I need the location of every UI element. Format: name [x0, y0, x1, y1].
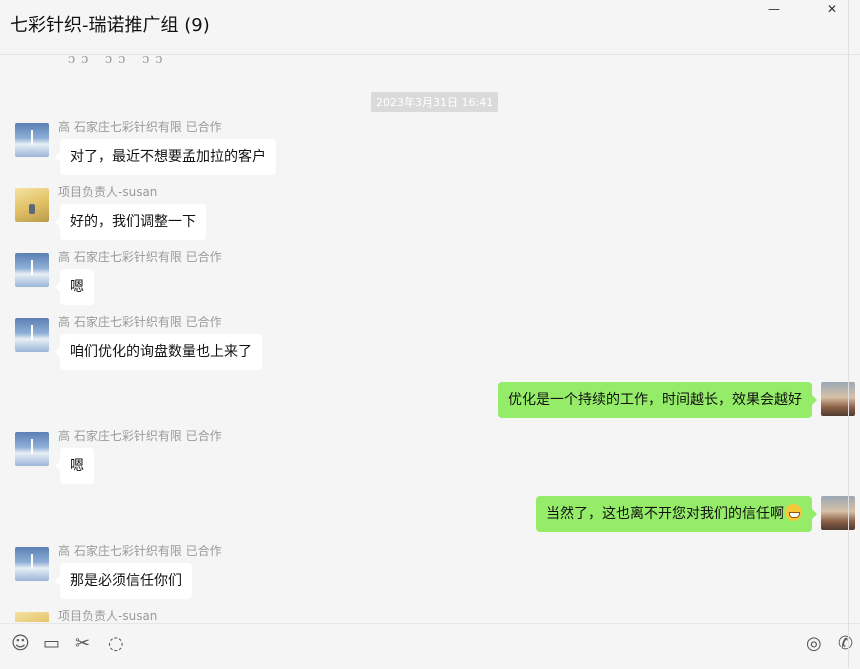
message-timestamp: 2023年3月31日 16:41 [371, 92, 499, 112]
wheat-field-avatar[interactable] [15, 188, 49, 222]
input-toolbar: ☺ ▭ ✂ ◌ ◎ ✆ [0, 623, 860, 669]
message-list[interactable]: ᦱᦱ ᦱᦱ ᦱᦱ 2023年3月31日 16:41 高 石家庄七彩针织有限 已合… [0, 55, 860, 622]
landscape-avatar[interactable] [15, 318, 49, 352]
emoji-icon[interactable]: ☺ [11, 634, 30, 654]
sunset-avatar[interactable] [821, 382, 855, 416]
landscape-avatar[interactable] [15, 253, 49, 287]
message-bubble-outgoing[interactable]: 优化是一个持续的工作，时间越长，效果会越好 [498, 382, 817, 418]
message-bubble[interactable]: 对了，最近不想要孟加拉的客户 [55, 139, 276, 175]
landscape-avatar[interactable] [15, 547, 49, 581]
sender-name: 高 石家庄七彩针织有限 已合作 [58, 120, 222, 134]
sender-name: 高 石家庄七彩针织有限 已合作 [58, 544, 222, 558]
message-bubble[interactable]: 那是必须信任你们 [55, 563, 192, 599]
sender-name: 项目负责人-susan [58, 185, 158, 199]
sunset-avatar[interactable] [821, 496, 855, 530]
message-bubble[interactable]: 嗯 [55, 269, 94, 305]
sender-name: 高 石家庄七彩针织有限 已合作 [58, 429, 222, 443]
grin-emoji [785, 504, 802, 521]
partial-emoji-row: ᦱᦱ ᦱᦱ ᦱᦱ [68, 55, 169, 67]
wheat-field-avatar[interactable] [15, 612, 49, 622]
close-button[interactable]: ✕ [827, 2, 837, 16]
message-bubble[interactable]: 嗯 [55, 448, 94, 484]
chat-title: 七彩针织-瑞诺推广组 (9) [10, 15, 210, 36]
message-text: 当然了，这也离不开您对我们的信任啊 [546, 506, 784, 522]
sender-name: 项目负责人-susan [58, 609, 158, 622]
live-icon[interactable]: ◎ [806, 634, 822, 654]
landscape-avatar[interactable] [15, 432, 49, 466]
message-bubble[interactable]: 咱们优化的询盘数量也上来了 [55, 334, 262, 370]
window-edge [848, 0, 849, 668]
chat-history-icon[interactable]: ◌ [108, 634, 124, 654]
chat-header: 七彩针织-瑞诺推广组 (9) — ✕ [0, 0, 860, 55]
message-bubble-outgoing[interactable]: 当然了，这也离不开您对我们的信任啊 [536, 496, 817, 532]
sender-name: 高 石家庄七彩针织有限 已合作 [58, 250, 222, 264]
landscape-avatar[interactable] [15, 123, 49, 157]
minimize-button[interactable]: — [768, 2, 780, 16]
scissors-icon[interactable]: ✂ [75, 634, 90, 654]
sender-name: 高 石家庄七彩针织有限 已合作 [58, 315, 222, 329]
message-bubble[interactable]: 好的，我们调整一下 [55, 204, 206, 240]
phone-icon[interactable]: ✆ [838, 634, 853, 654]
folder-icon[interactable]: ▭ [43, 634, 60, 654]
